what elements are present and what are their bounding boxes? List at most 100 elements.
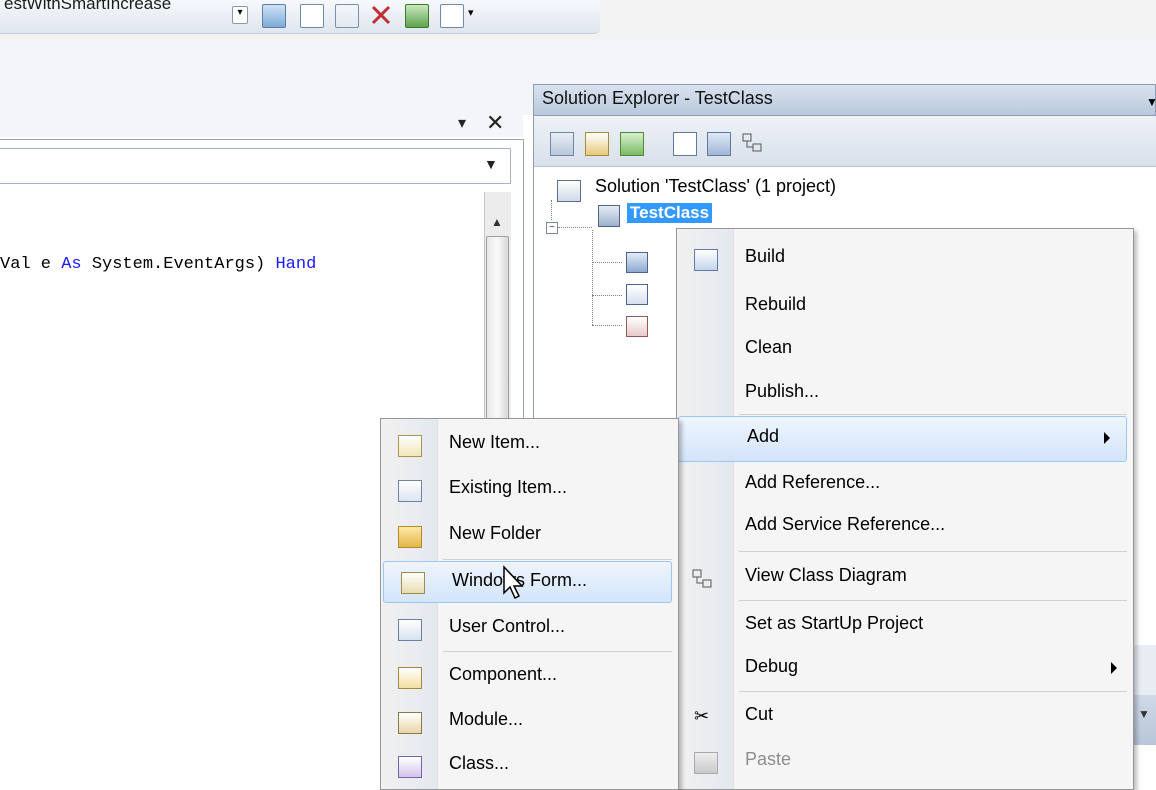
menu-item-build[interactable]: Build (677, 235, 1133, 283)
check-icon[interactable] (405, 4, 429, 28)
menu-item-debug[interactable]: Debug (677, 645, 1133, 693)
solution-explorer-title: Solution Explorer - TestClass (542, 88, 773, 108)
code-text: System.EventArgs) (81, 255, 276, 274)
folder-icon (398, 526, 422, 548)
menu-item-label: Build (745, 246, 786, 266)
find-icon[interactable] (262, 4, 286, 28)
menu-item-label: View Class Diagram (745, 565, 907, 585)
menu-item-publish[interactable]: Publish... (677, 370, 1133, 418)
panel-separator (1131, 645, 1156, 695)
menu-separator (443, 651, 672, 652)
new-item-icon (398, 435, 422, 457)
menu-item-paste[interactable]: Paste (677, 738, 1133, 786)
properties-icon[interactable] (550, 132, 574, 156)
menu-item-user-control[interactable]: User Control... (381, 605, 678, 653)
menu-item-component[interactable]: Component... (381, 653, 678, 701)
method-name-combo[interactable] (0, 148, 511, 184)
menu-item-label: Class... (449, 753, 510, 773)
menu-item-class[interactable]: Class... (381, 742, 678, 790)
menu-separator (739, 551, 1127, 552)
show-all-files-icon[interactable] (585, 132, 609, 156)
submenu-arrow-icon (1111, 662, 1117, 674)
menu-item-label: Cut (745, 704, 774, 724)
chevron-down-icon[interactable]: ▼ (484, 156, 498, 172)
window-position-icon[interactable]: ▾ (458, 113, 466, 133)
view-designer-icon[interactable] (707, 132, 731, 156)
close-icon[interactable]: ✕ (486, 110, 504, 136)
tree-line (592, 262, 622, 263)
menu-separator (739, 600, 1127, 601)
component-icon (398, 667, 422, 689)
my-project-icon[interactable] (626, 252, 648, 273)
solution-node-label[interactable]: Solution 'TestClass' (1 project) (595, 176, 836, 197)
menu-item-view-class-diagram[interactable]: View Class Diagram (677, 554, 1133, 602)
menu-item-new-folder[interactable]: New Folder (381, 512, 678, 560)
window-icon[interactable] (440, 4, 464, 28)
solution-config-combo[interactable]: estWithSmartIncrease (4, 0, 171, 14)
submenu-arrow-icon (1104, 432, 1110, 444)
properties-icon[interactable] (335, 4, 359, 28)
vb-project-icon (598, 205, 620, 227)
module-icon (398, 712, 422, 734)
mouse-cursor-icon (503, 565, 524, 600)
code-keyword: As (61, 255, 82, 274)
menu-separator (739, 691, 1127, 692)
project-context-menu: Build Rebuild Clean Publish... Add Add R… (676, 228, 1134, 790)
chevron-down-icon[interactable]: ▼ (1146, 95, 1156, 109)
view-class-diagram-icon[interactable] (741, 132, 763, 154)
menu-item-label: Set as StartUp Project (745, 613, 924, 633)
menu-item-cut[interactable]: ✂ Cut (677, 693, 1133, 741)
menu-item-label: Debug (745, 656, 799, 676)
build-icon (694, 249, 718, 271)
menu-item-set-startup[interactable]: Set as StartUp Project (677, 602, 1133, 650)
menu-item-label: Publish... (745, 381, 820, 401)
menu-item-existing-item[interactable]: Existing Item... (381, 466, 678, 514)
tree-line (592, 325, 622, 326)
menu-item-label: New Item... (449, 432, 541, 452)
existing-item-icon (398, 480, 422, 502)
menu-item-label: Add Service Reference... (745, 514, 946, 534)
menu-item-label: Rebuild (745, 294, 807, 314)
form-file-icon[interactable] (626, 316, 648, 337)
code-keyword: Hand (275, 255, 317, 274)
refresh-icon[interactable] (620, 132, 644, 156)
menu-item-label: Paste (745, 749, 792, 769)
toolbar-overflow-icon[interactable]: ▾ (468, 6, 478, 28)
menu-item-add-reference[interactable]: Add Reference... (677, 461, 1133, 509)
menu-separator (443, 559, 672, 560)
menu-item-module[interactable]: Module... (381, 698, 678, 746)
scissors-icon: ✂ (694, 706, 710, 726)
tree-line (558, 227, 592, 228)
chevron-down-icon[interactable]: ▼ (1138, 707, 1150, 721)
menu-item-rebuild[interactable]: Rebuild (677, 283, 1133, 331)
menu-separator (739, 414, 1127, 415)
menu-item-clean[interactable]: Clean (677, 326, 1133, 374)
code-line: Val e As System.EventArgs) Hand (0, 255, 316, 274)
menu-item-label: Module... (449, 709, 524, 729)
editor-tab-strip (0, 115, 523, 137)
solution-icon (557, 180, 581, 202)
vb-file-icon[interactable] (626, 284, 648, 305)
menu-item-label: Existing Item... (449, 477, 568, 497)
project-node-label[interactable]: TestClass (627, 203, 713, 223)
menu-item-label: New Folder (449, 523, 542, 543)
menu-item-add[interactable]: Add (678, 416, 1127, 462)
menu-item-label: Clean (745, 337, 793, 357)
combo-dropdown-icon[interactable]: ▾ (232, 6, 248, 24)
windows-form-icon (401, 572, 425, 594)
toolbox-icon[interactable] (370, 4, 392, 26)
menu-item-label: Component... (449, 664, 558, 684)
menu-item-add-service-reference[interactable]: Add Service Reference... (677, 503, 1133, 551)
menu-item-label: Add Reference... (745, 472, 881, 492)
add-submenu: New Item... Existing Item... New Folder … (380, 418, 679, 790)
menu-item-windows-form[interactable]: Windows Form... (383, 561, 672, 603)
scroll-up-icon[interactable]: ▲ (484, 212, 510, 232)
document-icon[interactable] (300, 4, 324, 28)
class-diagram-icon (691, 568, 713, 588)
view-code-icon[interactable] (673, 132, 697, 156)
user-control-icon (398, 619, 422, 641)
paste-icon (694, 752, 718, 774)
code-text: Val e (0, 255, 62, 274)
menu-item-new-item[interactable]: New Item... (381, 421, 678, 469)
collapse-icon[interactable]: − (546, 222, 558, 234)
